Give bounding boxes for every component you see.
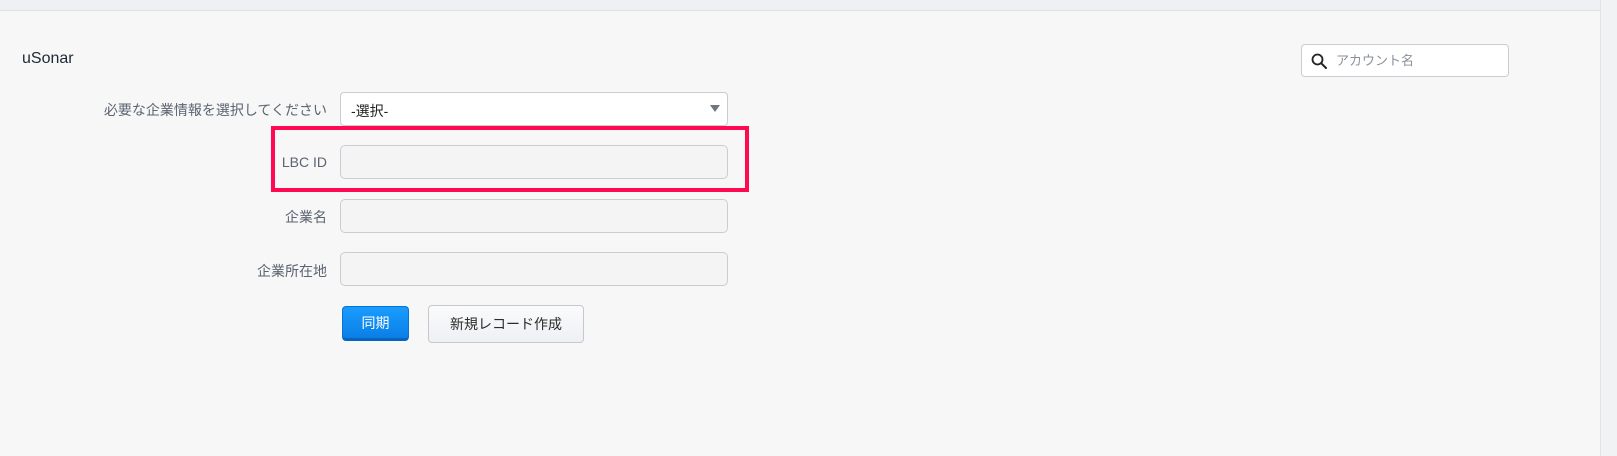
lbc-id-field[interactable]	[340, 145, 728, 179]
search-icon	[1311, 53, 1327, 69]
lbc-id-label: LBC ID	[281, 154, 327, 170]
app-title: uSonar	[22, 50, 74, 67]
right-scroll-edge	[1600, 0, 1617, 456]
company-address-label: 企業所在地	[257, 263, 327, 279]
company-info-select-value: -選択-	[351, 103, 389, 119]
sync-button[interactable]: 同期	[342, 306, 409, 341]
chevron-down-icon	[710, 105, 720, 112]
company-info-select[interactable]: -選択-	[340, 92, 728, 126]
company-address-field[interactable]	[340, 252, 728, 286]
company-info-select-label: 必要な企業情報を選択してください	[103, 102, 327, 118]
company-name-field[interactable]	[340, 199, 728, 233]
top-bar	[0, 0, 1617, 11]
create-record-button[interactable]: 新規レコード作成	[428, 305, 584, 343]
search-box[interactable]	[1301, 44, 1509, 77]
search-input[interactable]	[1336, 45, 1504, 76]
page: uSonar 必要な企業情報を選択してください -選択- LBC ID 企業名 …	[0, 0, 1617, 456]
company-name-label: 企業名	[285, 209, 327, 225]
